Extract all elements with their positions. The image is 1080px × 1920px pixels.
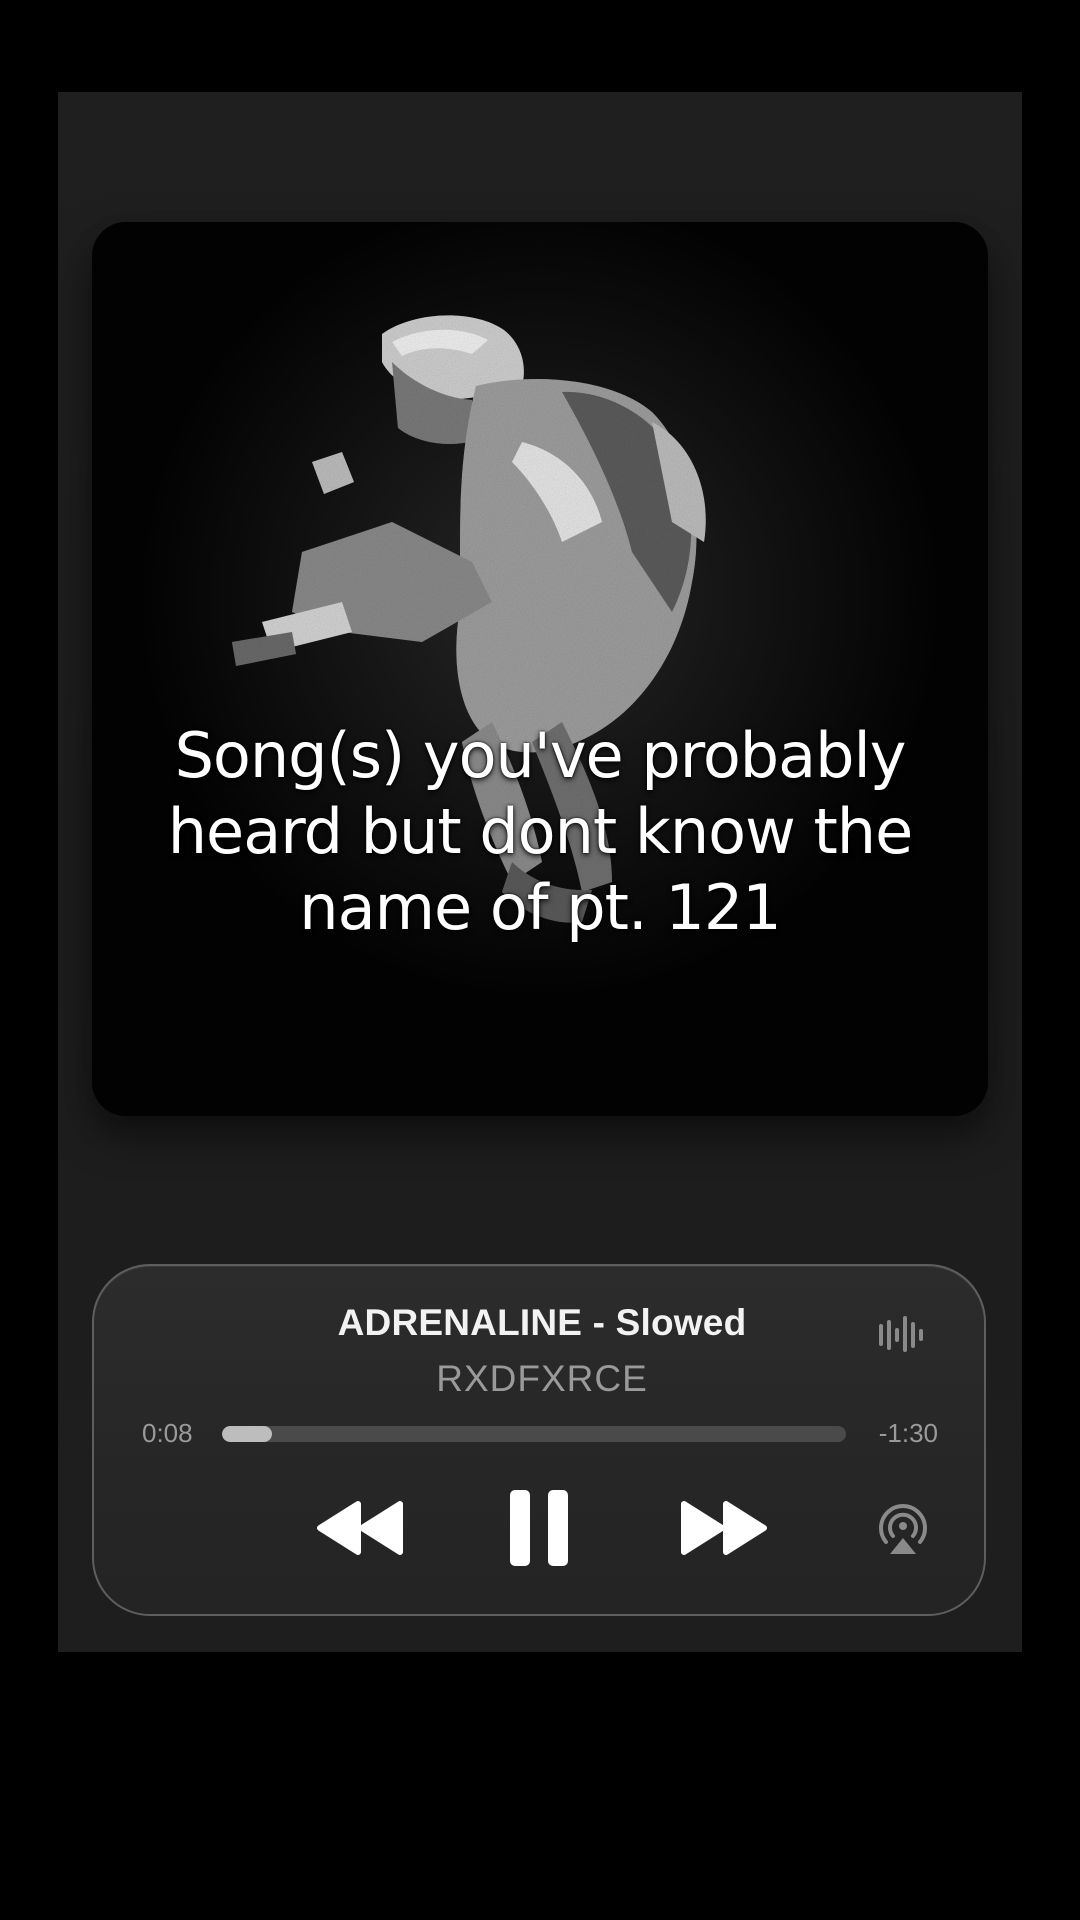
- airplay-button[interactable]: [876, 1502, 930, 1556]
- caption-line: name of pt. 121: [299, 871, 781, 944]
- fast-forward-button[interactable]: [680, 1500, 768, 1556]
- caption-line: Song(s) you've probably: [174, 719, 907, 792]
- now-playing-card: ADRENALINE - Slowed RXDFXRCE 0:08 -1:30: [92, 1264, 986, 1616]
- pause-button[interactable]: [508, 1488, 570, 1568]
- rewind-button[interactable]: [316, 1500, 404, 1556]
- track-artist[interactable]: RXDFXRCE: [94, 1358, 990, 1400]
- pause-icon: [510, 1490, 568, 1566]
- rewind-icon: [317, 1501, 403, 1555]
- screen: Song(s) you've probably heard but dont k…: [0, 0, 1080, 1920]
- album-artwork: [92, 222, 988, 1116]
- caption-line: heard but dont know the: [167, 795, 913, 868]
- remaining-time: -1:30: [878, 1418, 938, 1448]
- track-title: ADRENALINE - Slowed: [337, 1302, 747, 1343]
- progress-bar[interactable]: [222, 1426, 846, 1442]
- video-caption: Song(s) you've probably heard but dont k…: [92, 718, 988, 946]
- fast-forward-icon: [681, 1501, 767, 1555]
- elapsed-time: 0:08: [142, 1418, 193, 1448]
- airplay-icon: [879, 1504, 927, 1554]
- progress-fill: [222, 1426, 272, 1442]
- soldier-artwork-image: [92, 222, 988, 1116]
- waveform-icon[interactable]: [878, 1314, 928, 1354]
